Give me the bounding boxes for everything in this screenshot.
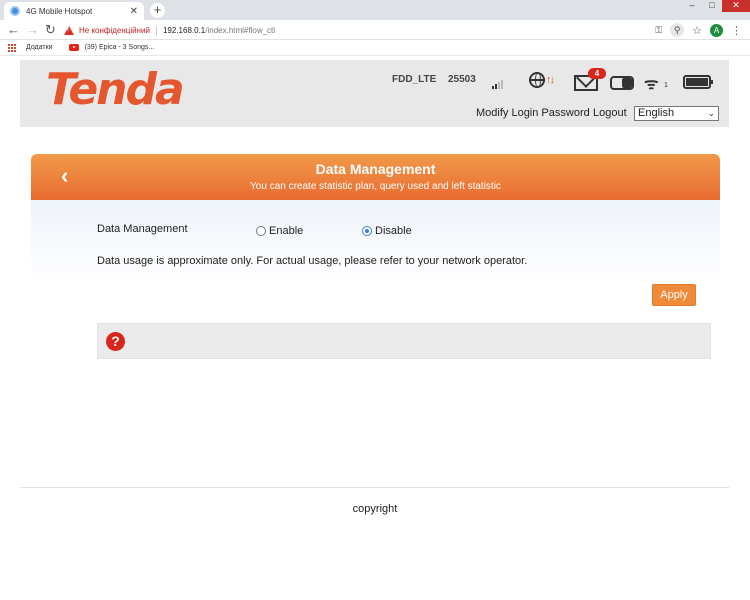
bookmark-youtube[interactable]: (39) Epica - 3 Songs... <box>85 44 155 51</box>
battery-icon <box>683 75 713 89</box>
data-management-label: Data Management <box>97 223 188 235</box>
globe-favicon-icon <box>10 6 20 16</box>
radio-disable[interactable]: Disable <box>362 225 412 237</box>
browser-tabstrip: 4G Mobile Hotspot ✕ + – □ ✕ <box>0 0 750 20</box>
tab-close-icon[interactable]: ✕ <box>130 6 138 17</box>
tenda-logo: Tenda <box>46 64 185 115</box>
internet-globe-icon[interactable] <box>529 72 545 88</box>
tab-title: 4G Mobile Hotspot <box>26 6 93 16</box>
usage-note: Data usage is approximate only. For actu… <box>97 255 528 267</box>
radio-disable-circle[interactable] <box>362 226 372 236</box>
help-icon[interactable]: ? <box>106 332 125 351</box>
new-tab-button[interactable]: + <box>150 3 165 18</box>
apps-grid-icon[interactable] <box>8 43 16 52</box>
footer-divider <box>20 487 729 488</box>
key-icon[interactable]: ⚿ <box>655 25 662 36</box>
data-transfer-icon: ↑↓ <box>546 74 555 86</box>
zoom-icon[interactable]: ⚲ <box>670 23 685 37</box>
reload-icon[interactable]: ↻ <box>45 22 56 38</box>
url-divider <box>155 25 157 36</box>
security-label[interactable]: Не конфіденційний <box>79 26 150 35</box>
minimize-icon[interactable]: – <box>682 0 702 12</box>
help-box: ? <box>97 323 711 359</box>
modify-password-link[interactable]: Modify Login Password <box>476 107 590 119</box>
kebab-menu-icon[interactable]: ⋮ <box>731 24 742 37</box>
wifi-icon[interactable]: ᯤ <box>644 72 659 94</box>
panel-body <box>31 200 720 340</box>
url-path: /index.html#flow_ctl <box>205 26 276 35</box>
message-count-badge: 4 <box>588 68 606 79</box>
network-type: FDD_LTE <box>392 74 437 85</box>
language-value: English <box>638 107 675 119</box>
maximize-icon[interactable]: □ <box>702 0 722 12</box>
bookmarks-bar: Додатки (39) Epica - 3 Songs... <box>0 40 750 56</box>
signal-strength-icon <box>492 79 503 89</box>
bookmark-star-icon[interactable]: ☆ <box>692 24 702 37</box>
warning-icon <box>64 26 74 35</box>
radio-disable-label: Disable <box>375 225 412 237</box>
radio-enable-circle[interactable] <box>256 226 266 236</box>
youtube-icon <box>68 44 79 51</box>
address-bar[interactable]: Не конфіденційний 192.168.0.1 /index.htm… <box>64 23 644 38</box>
window-controls: – □ ✕ <box>682 0 750 12</box>
panel-header: ‹ Data Management You can create statist… <box>31 154 720 200</box>
url-host: 192.168.0.1 <box>162 26 206 35</box>
bookmark-apps[interactable]: Додатки <box>26 44 53 51</box>
network-code: 25503 <box>448 74 476 85</box>
page-subtitle: You can create statistic plan, query use… <box>250 181 501 192</box>
chevron-down-icon: ⌄ <box>707 108 715 118</box>
toolbar-actions: ⚿ ⚲ ☆ A ⋮ <box>655 23 742 37</box>
copyright-text: copyright <box>352 503 398 515</box>
logout-link[interactable]: Logout <box>593 107 627 119</box>
router-header: Tenda FDD_LTE 25503 ↑↓ 4 ᯤ 1 Modify Logi… <box>20 60 729 127</box>
wifi-client-count: 1 <box>664 82 668 89</box>
radio-enable-label: Enable <box>269 225 304 237</box>
profile-avatar[interactable]: A <box>710 23 723 37</box>
browser-toolbar: ← → ↻ Не конфіденційний 192.168.0.1 /ind… <box>0 20 750 40</box>
language-select[interactable]: English ⌄ <box>634 106 719 121</box>
forward-arrow-icon[interactable]: → <box>26 22 39 38</box>
browser-tab[interactable]: 4G Mobile Hotspot ✕ <box>4 2 144 20</box>
apply-button[interactable]: Apply <box>652 284 696 306</box>
radio-enable[interactable]: Enable <box>256 225 303 237</box>
sim-toggle-icon[interactable] <box>610 76 634 90</box>
back-arrow-icon[interactable]: ← <box>7 22 20 38</box>
window-close-icon[interactable]: ✕ <box>722 0 750 12</box>
page-title: Data Management <box>315 161 436 177</box>
